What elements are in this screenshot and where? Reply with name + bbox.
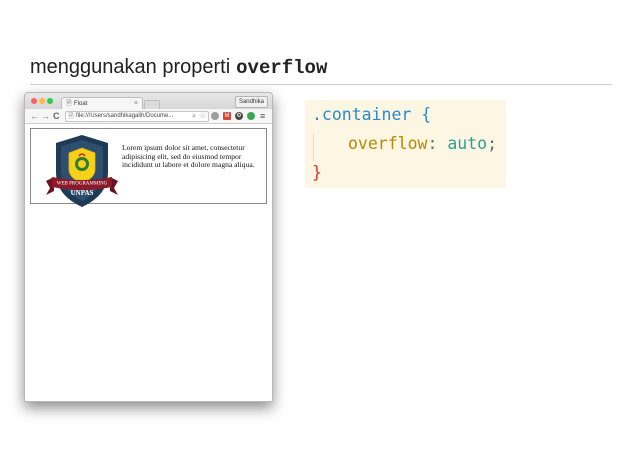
- close-brace: }: [312, 163, 322, 182]
- menu-icon[interactable]: ≡: [260, 111, 265, 121]
- container-box: WEB PROGRAMMING UNPAS Lorem ipsum dolor …: [30, 128, 267, 207]
- web-programming-unpas-logo: WEB PROGRAMMING UNPAS: [46, 135, 118, 207]
- browser-window: 🗎 Float × Sandhika ← → C 🗎 file:///Users…: [24, 92, 273, 402]
- zoom-window-button[interactable]: [47, 98, 53, 104]
- css-value: auto: [447, 134, 488, 153]
- star-icon[interactable]: ☆: [200, 112, 206, 121]
- browser-toolbar: ← → C 🗎 file:///Users/sandhikagalih/Docu…: [25, 109, 272, 124]
- code-line-selector: .container {: [312, 105, 431, 125]
- extension-icon[interactable]: [211, 112, 219, 120]
- doc-icon: 🗎: [68, 113, 74, 120]
- magnifier-icon[interactable]: ⌕: [192, 112, 196, 121]
- gear-icon[interactable]: ⚙: [235, 112, 243, 120]
- doc-icon: 🗎: [66, 100, 72, 107]
- css-semicolon: ;: [487, 134, 498, 153]
- css-code-block: .container { overflow: auto; }: [305, 100, 506, 188]
- slide-title-text: menggunakan properti: [30, 56, 231, 78]
- page-viewport: WEB PROGRAMMING UNPAS Lorem ipsum dolor …: [25, 124, 272, 401]
- logo-text-line2: UNPAS: [71, 189, 94, 197]
- minimize-window-button[interactable]: [39, 98, 45, 104]
- css-colon: :: [427, 134, 438, 153]
- extension-icon[interactable]: [247, 112, 255, 120]
- gmail-icon[interactable]: M: [223, 112, 231, 120]
- forward-arrow-icon[interactable]: →: [41, 111, 50, 121]
- open-brace: {: [421, 105, 432, 124]
- address-text: file:///Users/sandhikagalih/Docume...: [76, 113, 174, 119]
- code-line-declaration: overflow: auto;: [348, 134, 497, 154]
- back-arrow-icon[interactable]: ←: [30, 111, 39, 121]
- slide-title: menggunakan properti overflow: [30, 56, 327, 79]
- logo-text-line1: WEB PROGRAMMING: [57, 182, 108, 187]
- title-divider: [30, 84, 612, 85]
- reload-icon[interactable]: C: [53, 111, 60, 121]
- browser-titlebar: 🗎 Float × Sandhika: [25, 93, 272, 110]
- close-window-button[interactable]: [31, 98, 37, 104]
- lorem-paragraph: Lorem ipsum dolor sit amet, consectetur …: [122, 143, 255, 170]
- close-icon[interactable]: ×: [134, 99, 138, 108]
- code-line-close: }: [312, 163, 322, 183]
- tab-title: Float: [74, 101, 88, 107]
- css-property: overflow: [348, 134, 428, 153]
- address-bar[interactable]: 🗎 file:///Users/sandhikagalih/Docume... …: [65, 111, 209, 122]
- css-selector: .container: [312, 105, 412, 124]
- profile-button[interactable]: Sandhika: [234, 96, 268, 108]
- indent-guide: [313, 133, 314, 161]
- slide-title-code: overflow: [236, 57, 328, 79]
